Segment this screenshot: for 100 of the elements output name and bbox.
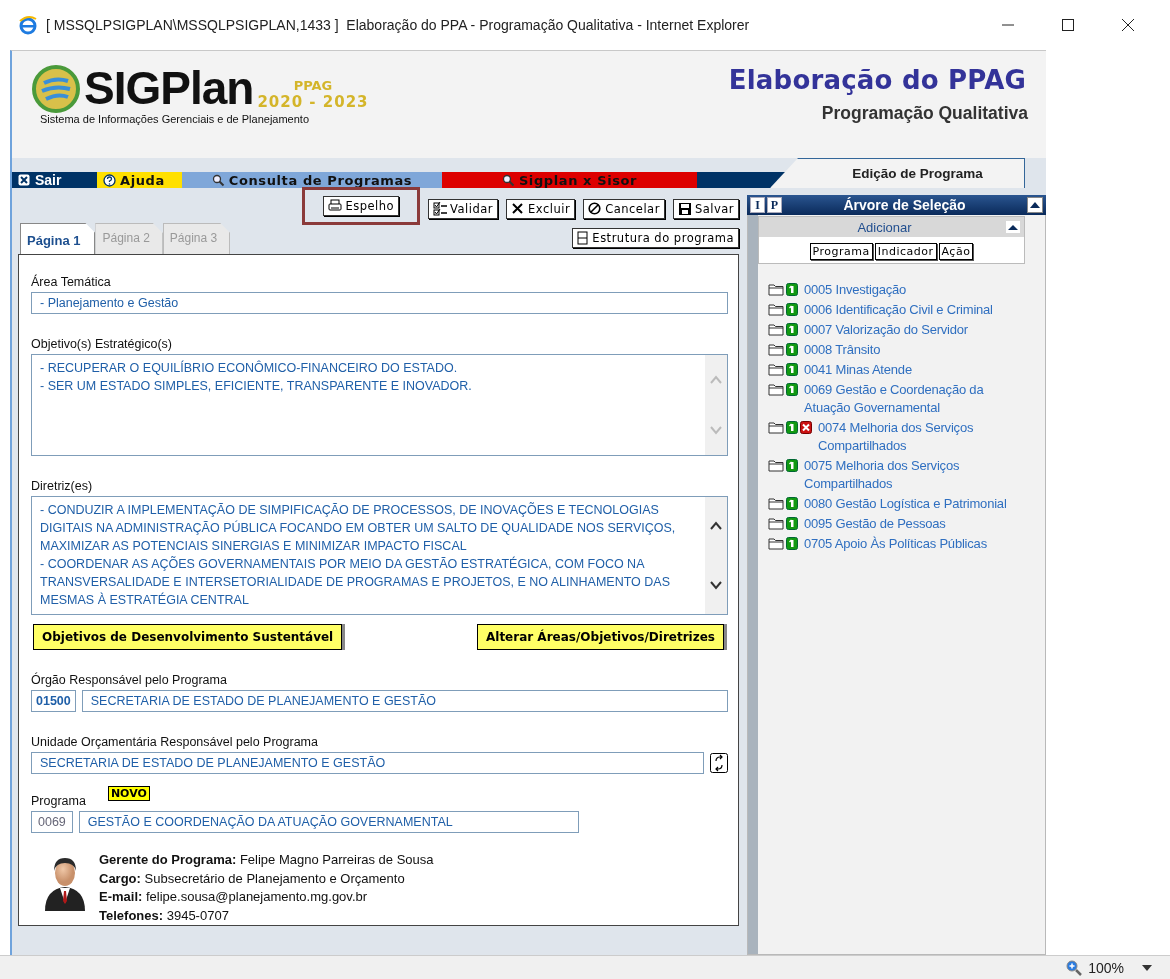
- folder-icon: [768, 497, 784, 510]
- tree-item[interactable]: 0080 Gestão Logística e Patrimonial: [804, 495, 1007, 513]
- tree-item[interactable]: 0074 Melhoria dos Serviços Compartilhados: [818, 419, 1007, 455]
- system-subtitle: Sistema de Informações Gerenciais e de Planejamento: [40, 113, 311, 125]
- folder-icon: [768, 383, 784, 396]
- logo-text: SIGPlan: [84, 63, 254, 113]
- folder-icon: [768, 459, 784, 472]
- search-icon: [501, 173, 515, 187]
- status-icon: [786, 303, 798, 316]
- field-label: Unidade Orçamentária Responsável pelo Programa: [31, 735, 319, 749]
- folder-icon: [768, 283, 784, 296]
- field-label: Programa: [31, 794, 86, 808]
- window-title: [ MSSQLPSIGPLAN\MSSQLPSIGPLAN,1433 ] Elaboração do PPA - Programação Qualitativa - Internet Explorer: [46, 17, 751, 33]
- folder-icon: [768, 537, 784, 550]
- folder-icon: [768, 303, 784, 316]
- folder-icon: [768, 363, 784, 376]
- input-field[interactable]: 01500: [31, 690, 76, 713]
- cancel-icon: [588, 202, 603, 216]
- status-icon: [786, 421, 798, 434]
- help-icon: [103, 173, 116, 187]
- field-label: Objetivo(s) Estratégico(s): [31, 336, 173, 351]
- add-button[interactable]: Indicador: [874, 243, 937, 260]
- manager-info: E-mail: felipe.sousa@planejamento.mg.gov.br: [99, 888, 369, 906]
- checklist-icon: [433, 202, 448, 216]
- tree-item[interactable]: 0008 Trânsito: [804, 341, 881, 359]
- status-icon: [786, 497, 798, 510]
- close-box-icon: [18, 173, 31, 187]
- scroll-down-icon[interactable]: [709, 579, 723, 590]
- manager-info: Telefones: 3945-0707: [99, 906, 230, 925]
- folder-icon: [768, 517, 784, 530]
- manager-info: Gerente do Programa: Felipe Magno Parreiras de Sousa: [99, 851, 434, 869]
- tree-item[interactable]: 0705 Apoio Às Políticas Públicas: [804, 535, 987, 553]
- input-field[interactable]: GESTÃO E COORDENAÇÃO DA ATUAÇÃO GOVERNAMENTAL: [78, 811, 579, 833]
- collapse-icon[interactable]: [1027, 197, 1043, 213]
- nav-item[interactable]: Sigplan x Sisor: [442, 172, 697, 188]
- nav-item[interactable]: Ajuda: [97, 172, 182, 188]
- cancel-button[interactable]: Cancelar: [583, 199, 665, 219]
- folder-icon: [768, 343, 784, 356]
- years-label: 2020 - 2023: [257, 93, 369, 111]
- validate-button[interactable]: Validar: [428, 199, 499, 219]
- tree-item[interactable]: 0006 Identificação Civil e Criminal: [804, 301, 993, 319]
- page-subtitle: Programação Qualitativa: [821, 103, 1028, 124]
- logo-icon: [32, 65, 80, 113]
- tree-item[interactable]: 0095 Gestão de Pessoas: [804, 515, 946, 533]
- status-icon: [786, 459, 798, 472]
- tree-item[interactable]: 0075 Melhoria dos Serviços Compartilhados: [804, 457, 1007, 493]
- page-title: Elaboração do PPAG: [728, 65, 1026, 95]
- tree-item[interactable]: 0007 Valorização do Servidor: [804, 321, 968, 339]
- add-button[interactable]: Ação: [938, 243, 974, 260]
- section-tab[interactable]: Edição de Programa: [770, 158, 1025, 188]
- mode-button[interactable]: P: [767, 197, 782, 213]
- text-line: - SER UM ESTADO SIMPLES, EFICIENTE, TRANSPARENTE E INOVADOR.: [40, 377, 473, 395]
- structure-button[interactable]: Estrutura do programa: [572, 228, 739, 248]
- status-icon: [786, 343, 798, 356]
- ods-button[interactable]: Objetivos de Desenvolvimento Sustentável: [33, 624, 343, 651]
- status-icon: [786, 383, 798, 396]
- input-field[interactable]: SECRETARIA DE ESTADO DE PLANEJAMENTO E GESTÃO: [81, 690, 728, 713]
- alter-button[interactable]: Alterar Áreas/Objetivos/Diretrizes: [477, 624, 724, 651]
- refresh-icon[interactable]: [710, 753, 728, 773]
- add-button[interactable]: Programa: [809, 243, 873, 260]
- panel-title: Árvore de Seleção: [842, 197, 967, 213]
- text-line: - RECUPERAR O EQUILÍBRIO ECONÔMICO-FINANCEIRO DO ESTADO.: [40, 359, 459, 377]
- status-icon: [786, 537, 798, 550]
- input-field[interactable]: 0069: [31, 811, 73, 833]
- ppag-label: PPAG: [293, 78, 333, 93]
- delete-button[interactable]: Excluir: [506, 199, 576, 219]
- printer-icon: [328, 199, 343, 213]
- field-label: Diretriz(es): [31, 479, 94, 494]
- tree-item[interactable]: 0041 Minas Atende: [804, 361, 912, 379]
- input-field[interactable]: SECRETARIA DE ESTADO DE PLANEJAMENTO E GESTÃO: [31, 752, 704, 774]
- text-line: - CONDUZIR A IMPLEMENTAÇÃO DE SIMPIFICAÇÃO DE PROCESSOS, DE INOVAÇÕES E TECNOLOGIAS DIGITAIS NA ADMINISTRAÇÃO PÚBLICA FOCANDO EM OBTER UM SALTO DE QUALIDADE NOS SERVIÇOS, MAXIMIZAR AS POTENCIAIS SINERGIAS E MINIMIZAR IMPACTO FISCAL: [40, 501, 677, 556]
- new-badge: NOVO: [107, 786, 150, 801]
- text-line: - COORDENAR AS AÇÕES GOVERNAMENTAIS POR MEIO DA GESTÃO ESTRATÉGICA, COM FOCO NA TRANSVERSALIDADE E INTERSETORIALIDADE DE PROGRAMAS E PROJETOS, E NO ALINHAMENTO DAS MESMAS À ESTRATÉGIA CENTRAL: [40, 555, 671, 610]
- dropdown-caret-icon[interactable]: [1142, 964, 1152, 971]
- manager-info: Cargo: Subsecretário de Planejamento e Orçamento: [99, 869, 406, 888]
- close-icon[interactable]: [1121, 18, 1135, 32]
- x-icon: [511, 202, 526, 216]
- save-button[interactable]: Salvar: [672, 199, 739, 219]
- add-title: Adicionar: [856, 219, 913, 235]
- folder-icon: [768, 421, 784, 434]
- scroll-up-icon[interactable]: [709, 521, 723, 532]
- tree-item[interactable]: 0005 Investigação: [804, 281, 907, 299]
- status-icon: [786, 363, 798, 376]
- nav-item[interactable]: Consulta de Programas: [182, 172, 442, 188]
- search-icon: [211, 173, 225, 187]
- page-tab[interactable]: Página 1: [20, 223, 96, 254]
- field-label: Órgão Responsável pelo Programa: [31, 673, 228, 688]
- maximize-icon[interactable]: [1061, 18, 1075, 32]
- collapse-icon[interactable]: [1006, 221, 1020, 233]
- print-button[interactable]: Espelho: [323, 196, 400, 216]
- mode-button[interactable]: I: [750, 197, 765, 213]
- status-icon: [786, 283, 798, 296]
- zoom-level[interactable]: 100%: [1088, 959, 1124, 976]
- status-icon: [786, 323, 798, 336]
- input-field[interactable]: - Planejamento e Gestão: [31, 292, 728, 314]
- tree-item[interactable]: 0069 Gestão e Coordenação da Atuação Governamental: [804, 381, 1007, 417]
- zoom-icon[interactable]: [1066, 959, 1083, 976]
- structure-icon: [577, 231, 590, 245]
- folder-icon: [768, 323, 784, 336]
- status-icon: [786, 517, 798, 530]
